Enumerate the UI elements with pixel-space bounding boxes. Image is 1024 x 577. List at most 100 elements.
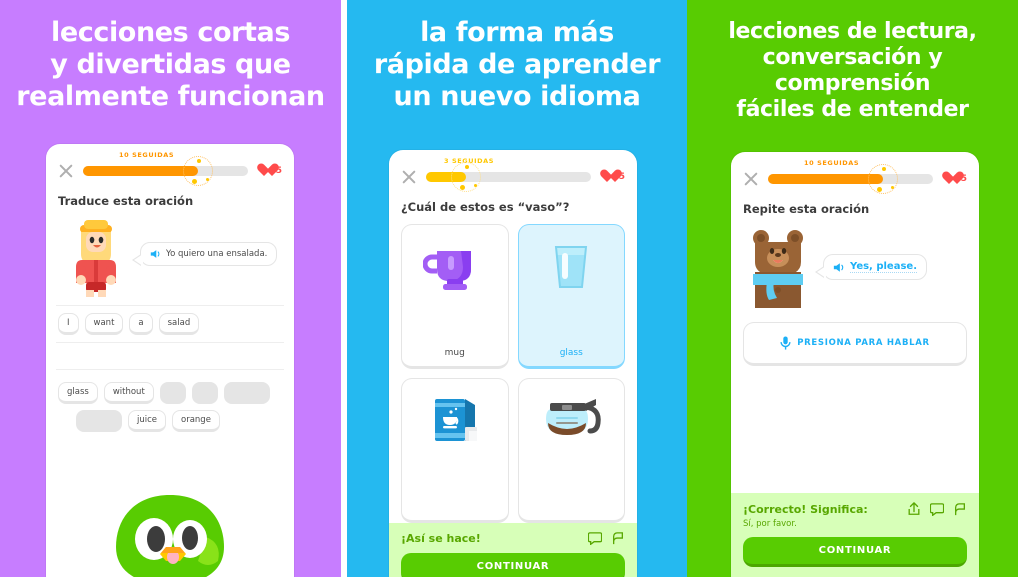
duo-owl	[116, 495, 224, 577]
chat-bubble-icon[interactable]	[930, 502, 944, 516]
feedback-title: ¡Correcto! Significa:	[743, 502, 868, 516]
word-bank-tile-blank[interactable]	[159, 382, 186, 404]
sparkle-icon	[183, 156, 214, 186]
answer-tiles: I want a salad	[46, 313, 294, 335]
speech-bubble-text: Yes, please.	[850, 261, 917, 273]
choice-card-mug[interactable]: mug	[401, 224, 509, 369]
answer-tile[interactable]: a	[129, 313, 153, 335]
word-bank-row-1: glass without	[46, 382, 294, 404]
choice-card-coffee-pot[interactable]	[517, 378, 625, 523]
feedback-header: ¡Correcto! Significa:	[743, 502, 967, 516]
feedback-icons	[907, 502, 967, 516]
heart-icon	[600, 170, 615, 184]
answer-tile[interactable]: I	[58, 313, 79, 335]
answer-tile[interactable]: salad	[158, 313, 200, 335]
phone-screen-translate: 10 SEGUIDAS 5 Traduce esta oración Yo qu…	[46, 144, 294, 577]
word-bank-tile[interactable]: without	[103, 382, 154, 404]
coffee-machine-icon	[434, 399, 477, 441]
divider	[56, 342, 284, 343]
progress-fill	[83, 166, 199, 176]
headline-line-2: conversación y comprensión	[762, 44, 943, 96]
lesson-topbar: 10 SEGUIDAS 5	[46, 144, 294, 186]
word-bank-row-2: juice orange	[46, 410, 294, 432]
progress-fill	[768, 174, 884, 184]
heart-icon	[257, 164, 272, 178]
headline-line-3: realmente funcionan	[16, 80, 325, 112]
headline-line-3: fáciles de entender	[736, 96, 969, 122]
feedback-subtitle: Sí, por favor.	[743, 519, 797, 529]
word-bank-tile[interactable]: juice	[128, 410, 167, 432]
glass-icon	[555, 246, 588, 288]
character-row: Yo quiero una ensalada.	[46, 208, 294, 298]
word-bank-tile-blank[interactable]	[223, 382, 270, 404]
hearts-counter: 5	[942, 172, 967, 186]
lesson-prompt: Repite esta oración	[743, 202, 870, 216]
panel-lessons: lecciones cortas y divertidas que realme…	[0, 0, 341, 577]
answer-tile[interactable]: want	[84, 313, 124, 335]
feedback-footer: ¡Así se hace! CONTINUAR	[389, 523, 637, 577]
speaker-icon	[150, 250, 160, 258]
lesson-prompt: Traduce esta oración	[58, 194, 194, 208]
headline-line-2: rápida de aprender	[373, 48, 661, 80]
close-icon[interactable]	[743, 171, 759, 187]
continue-button[interactable]: CONTINUAR	[743, 537, 967, 567]
progress-track	[426, 162, 591, 192]
word-bank-tile[interactable]: glass	[58, 382, 98, 404]
headline-line-3: un nuevo idioma	[393, 80, 641, 112]
word-bank-tile-blank[interactable]	[76, 410, 122, 432]
woman-character	[76, 220, 116, 297]
character-row: Yes, please.	[731, 216, 979, 308]
flag-icon[interactable]	[953, 502, 967, 516]
streak-label: 10 SEGUIDAS	[119, 151, 175, 159]
speak-button[interactable]: PRESIONA PARA HABLAR	[743, 322, 967, 366]
choice-grid: mug glass	[389, 214, 637, 523]
choice-card-glass[interactable]: glass	[517, 224, 625, 369]
continue-button[interactable]: CONTINUAR	[401, 553, 625, 577]
speaker-icon	[833, 262, 844, 272]
sparkle-icon	[868, 164, 899, 194]
lesson-prompt: ¿Cuál de estos es “vaso”?	[401, 200, 570, 214]
panel-lessons-headline: lecciones cortas y divertidas que realme…	[0, 0, 341, 113]
feedback-title: ¡Así se hace!	[401, 532, 481, 545]
choice-label: glass	[559, 348, 583, 358]
phone-screen-speaking: 10 SEGUIDAS 5 Repite esta oración Yes, p…	[731, 152, 979, 577]
panel-fastest-headline: la forma más rápida de aprender un nuevo…	[347, 0, 687, 113]
heart-icon	[942, 172, 957, 186]
close-icon[interactable]	[58, 163, 74, 179]
share-icon[interactable]	[907, 502, 921, 516]
chat-bubble-icon[interactable]	[588, 532, 602, 545]
hearts-counter: 5	[257, 164, 282, 178]
word-bank-tile-blank[interactable]	[191, 382, 218, 404]
translate-exercise-body: Yo quiero una ensalada. I want a salad g…	[46, 208, 294, 577]
hearts-counter: 5	[600, 170, 625, 184]
progress-track	[768, 164, 933, 194]
word-bank-tile[interactable]: orange	[172, 410, 220, 432]
flag-icon[interactable]	[611, 532, 625, 545]
progress-track	[83, 156, 248, 186]
streak-progress: 10 SEGUIDAS	[768, 159, 933, 194]
speaking-exercise-body: Yes, please. PRESIONA PARA HABLAR	[731, 216, 979, 493]
coffee-pot-icon	[546, 399, 601, 435]
choice-label: mug	[444, 348, 465, 358]
headline-line-1: la forma más	[420, 17, 614, 48]
divider	[56, 305, 284, 306]
microphone-icon	[780, 336, 791, 350]
panel-fastest: la forma más rápida de aprender un nuevo…	[347, 0, 687, 577]
speech-bubble[interactable]: Yo quiero una ensalada.	[131, 242, 278, 266]
headline-line-2: y divertidas que	[50, 48, 291, 80]
choice-card-coffee-machine[interactable]	[401, 378, 509, 523]
speech-bubble-text: Yo quiero una ensalada.	[166, 249, 268, 259]
phone-screen-multiple-choice: 3 SEGUIDAS 5 ¿Cuál de estos es “vaso”? m…	[389, 150, 637, 577]
panel-comprehension-headline: lecciones de lectura, conversación y com…	[687, 0, 1018, 123]
sparkle-icon	[450, 162, 481, 192]
screenshot-stage: lecciones cortas y divertidas que realme…	[0, 0, 1024, 577]
headline-line-1: lecciones de lectura,	[728, 19, 977, 44]
lesson-topbar: 3 SEGUIDAS 5	[389, 150, 637, 192]
mug-icon	[422, 251, 471, 290]
streak-progress: 3 SEGUIDAS	[426, 157, 591, 192]
speech-bubble[interactable]: Yes, please.	[815, 254, 927, 280]
streak-progress: 10 SEGUIDAS	[83, 151, 248, 186]
headline-line-1: lecciones cortas	[50, 17, 291, 48]
speak-button-label: PRESIONA PARA HABLAR	[797, 338, 930, 348]
close-icon[interactable]	[401, 169, 417, 185]
